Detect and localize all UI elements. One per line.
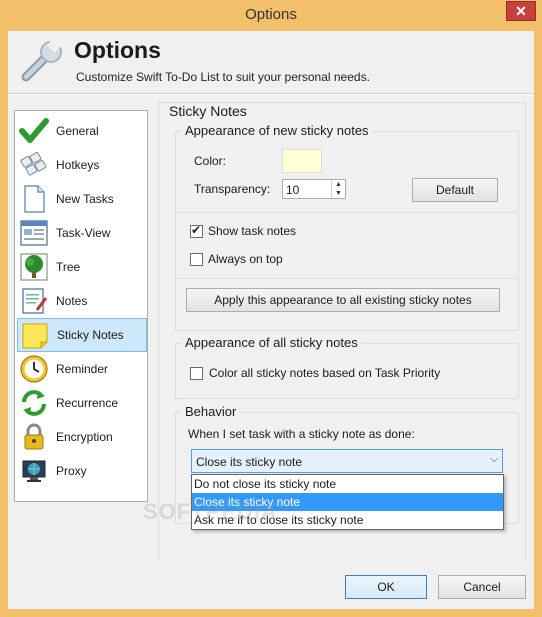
group-divider [176,212,518,214]
nav-label: General [56,124,99,138]
nav-label: Notes [56,294,88,308]
window-title: Options [245,6,297,23]
group-title: Behavior [182,404,240,419]
nav-label: Reminder [56,362,109,376]
monitor-globe-icon [22,460,46,482]
nav-item-proxy[interactable]: Proxy [17,454,147,488]
footer: OK Cancel [8,561,534,609]
color-label: Color: [194,154,227,168]
nav-item-sticky-notes[interactable]: Sticky Notes [17,318,147,352]
show-task-notes-checkbox[interactable] [190,223,203,238]
behavior-selected-value: Close its sticky note [196,455,303,469]
nav-item-tree[interactable]: Tree [17,250,147,284]
clock-icon [20,355,48,383]
notes-icon [22,288,48,314]
nav-label: Sticky Notes [57,328,124,342]
options-window: Options ✕ Options Customize Swift To-Do … [0,0,542,617]
transparency-label: Transparency: [194,182,271,196]
nav-item-recurrence[interactable]: Recurrence [17,386,147,420]
cancel-button[interactable]: Cancel [438,575,526,599]
color-swatch[interactable] [282,149,322,173]
behavior-prompt: When I set task with a sticky note as do… [188,427,415,441]
nav-label: Proxy [56,464,87,478]
task-view-icon [20,220,48,246]
wrench-icon [21,37,63,82]
watermark: SOFTPEDIA [143,499,278,524]
keyboard-icon [20,151,47,176]
new-document-icon [24,185,45,213]
dropdown-option[interactable]: Do not close its sticky note [192,475,503,493]
recurrence-icon [22,390,46,416]
nav-item-hotkeys[interactable]: Hotkeys [17,148,147,182]
always-on-top-label: Always on top [208,252,283,266]
spin-up-icon[interactable]: ▲ [332,180,345,189]
client-area: Options Customize Swift To-Do List to su… [8,31,534,609]
transparency-value: 10 [286,183,300,197]
page-subtitle: Customize Swift To-Do List to suit your … [76,70,370,84]
apply-to-existing-button[interactable]: Apply this appearance to all existing st… [186,288,500,312]
nav-label: Recurrence [56,396,119,410]
tree-icon [20,253,48,281]
transparency-spinner[interactable]: 10 ▲ ▼ [282,179,346,199]
lock-icon [24,423,44,450]
group-title: Appearance of new sticky notes [182,123,372,138]
nav-label: Hotkeys [56,158,100,172]
panel-title: Sticky Notes [169,103,247,119]
header: Options Customize Swift To-Do List to su… [8,31,534,93]
behavior-select[interactable]: Close its sticky note ⌵ [191,449,503,473]
group-appearance-all: Appearance of all sticky notes Color all… [175,335,519,399]
nav-item-notes[interactable]: Notes [17,284,147,318]
nav-item-new-tasks[interactable]: New Tasks [17,182,147,216]
nav-label: Tree [56,260,81,274]
show-task-notes-label: Show task notes [208,224,297,238]
sticky-note-icon [22,323,48,349]
checkmark-icon [19,118,49,143]
group-title: Appearance of all sticky notes [182,335,361,350]
nav-item-task-view[interactable]: Task-View [17,216,147,250]
spinner-buttons[interactable]: ▲ ▼ [331,180,345,198]
nav-item-reminder[interactable]: Reminder [17,352,147,386]
ok-button[interactable]: OK [345,575,427,599]
chevron-down-icon[interactable]: ⌵ [490,454,498,465]
nav-label: Encryption [56,430,113,444]
title-bar[interactable]: Options ✕ [0,0,542,32]
group-divider [176,278,518,280]
nav-item-general[interactable]: General [17,114,147,148]
nav-item-encryption[interactable]: Encryption [17,420,147,454]
default-button[interactable]: Default [412,178,498,202]
header-divider [8,93,534,95]
group-appearance-new: Appearance of new sticky notes Color: Tr… [175,123,519,331]
spin-down-icon[interactable]: ▼ [332,189,345,198]
nav-label: New Tasks [56,192,114,206]
color-by-priority-label: Color all sticky notes based on Task Pri… [209,366,441,380]
nav-label: Task-View [56,226,111,240]
close-button[interactable]: ✕ [506,1,536,21]
page-title: Options [74,37,161,63]
options-category-list[interactable]: General Hotkeys New Tasks Task-View Tree… [14,110,148,502]
always-on-top-checkbox[interactable] [190,253,203,266]
color-by-priority-checkbox[interactable] [190,367,203,380]
